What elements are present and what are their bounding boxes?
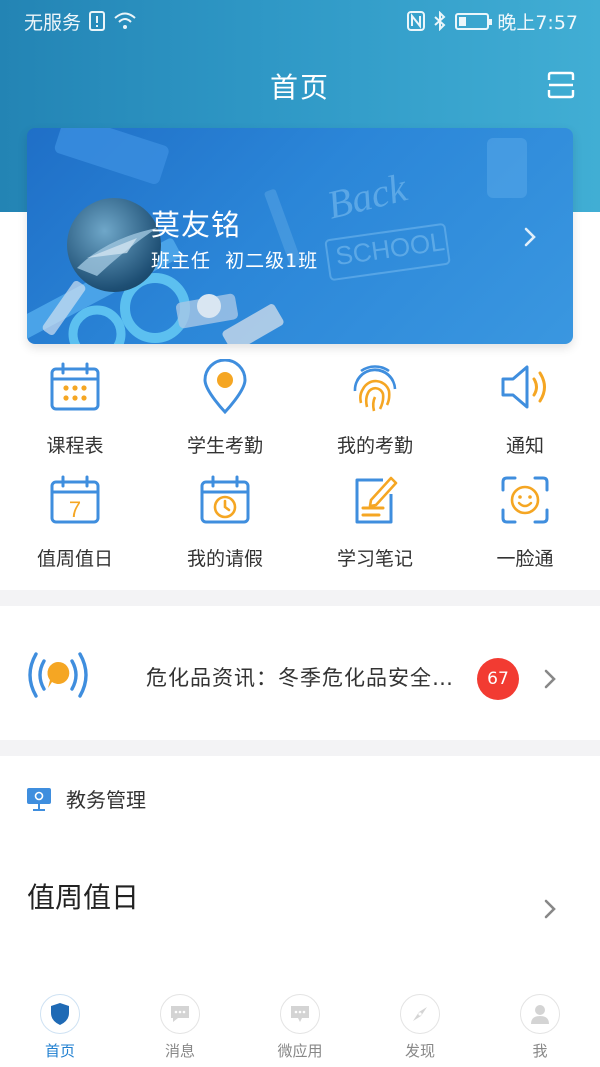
profile-card[interactable]: Back SCHOOL 莫友铭 班主任 初二级1班	[27, 128, 573, 344]
grid-label: 我的考勤	[336, 435, 413, 457]
chat-dots-icon	[291, 1006, 309, 1022]
grid-label: 我的请假	[186, 548, 263, 570]
note-pencil-icon	[355, 476, 398, 524]
tab-icon-circle	[160, 994, 200, 1034]
tab-icon-circle	[400, 994, 440, 1034]
tab-label: 首页	[44, 1042, 75, 1060]
bottom-tab-bar: 首页 消息 微应用 发现 我	[0, 988, 600, 1067]
compass-icon	[413, 1007, 427, 1021]
grid-item-schedule[interactable]: 课程表	[0, 355, 150, 468]
profile-name: 莫友铭	[151, 208, 242, 242]
person-icon	[531, 1005, 549, 1024]
tab-me[interactable]: 我	[480, 988, 600, 1067]
avatar-image	[77, 228, 157, 276]
profile-role: 班主任	[151, 250, 212, 272]
chevron-right-icon	[544, 899, 556, 919]
tab-icon-circle	[280, 994, 320, 1034]
grid-item-notes[interactable]: 学习笔记	[300, 468, 450, 581]
unread-badge: 67	[477, 658, 519, 700]
grid-item-notice[interactable]: 通知	[450, 355, 600, 468]
location-pin-icon	[203, 359, 247, 415]
speaker-icon	[501, 365, 546, 409]
tab-label: 发现	[404, 1042, 435, 1060]
bluetooth-icon	[434, 11, 446, 31]
carrier-text: 无服务	[24, 11, 82, 34]
status-bar: 无服务 晚上7:57	[0, 0, 600, 42]
section-title: 教务管理	[66, 788, 146, 812]
grid-item-student-attendance[interactable]: 学生考勤	[150, 355, 300, 468]
svg-text:SCHOOL: SCHOOL	[334, 226, 447, 271]
duty-card[interactable]: 值周值日	[0, 860, 600, 940]
grid-label: 一脸通	[496, 548, 554, 570]
section-divider	[0, 740, 600, 756]
tab-label: 消息	[164, 1042, 195, 1060]
feature-grid: 课程表 学生考勤 我的考勤 通知 7 值周值日 我的请假 学习笔记 一脸通	[0, 355, 600, 581]
grid-item-duty[interactable]: 7 值周值日	[0, 468, 150, 581]
tab-micro-apps[interactable]: 微应用	[240, 988, 360, 1067]
avatar	[67, 198, 161, 292]
profile-class: 初二级1班	[225, 250, 319, 272]
tab-icon-circle	[40, 994, 80, 1034]
tab-messages[interactable]: 消息	[120, 988, 240, 1067]
nfc-icon	[407, 11, 426, 31]
status-right: 晚上7:57	[407, 8, 578, 35]
title-bar: 首页	[0, 58, 600, 114]
status-left: 无服务	[24, 8, 137, 35]
profile-role-line: 班主任 初二级1班	[151, 246, 318, 273]
svg-text:Back: Back	[323, 164, 413, 227]
chat-bubble-icon	[171, 1006, 189, 1022]
grid-label: 课程表	[46, 435, 104, 457]
grid-item-leave[interactable]: 我的请假	[150, 468, 300, 581]
presentation-icon	[27, 787, 51, 811]
calendar-grid-icon	[50, 362, 100, 411]
broadcast-icon	[28, 652, 88, 698]
grid-label: 学习笔记	[336, 548, 413, 570]
clock-text: 晚上7:57	[497, 11, 578, 34]
page-title: 首页	[269, 71, 330, 104]
chevron-right-icon	[524, 227, 536, 247]
tab-icon-circle	[520, 994, 560, 1034]
svg-text:7: 7	[69, 497, 81, 522]
shield-icon	[51, 1003, 69, 1025]
fingerprint-icon	[353, 365, 397, 412]
tab-label: 微应用	[277, 1042, 323, 1060]
sim-alert-icon	[89, 11, 106, 31]
tab-home[interactable]: 首页	[0, 988, 120, 1067]
scan-icon[interactable]	[546, 70, 576, 100]
news-banner[interactable]: 危化品资讯：冬季危化品安全… 67	[0, 606, 600, 740]
calendar-clock-icon	[200, 475, 250, 524]
face-scan-icon	[501, 476, 549, 524]
section-divider	[0, 590, 600, 606]
tab-discover[interactable]: 发现	[360, 988, 480, 1067]
wifi-icon	[114, 12, 136, 29]
grid-item-my-attendance[interactable]: 我的考勤	[300, 355, 450, 468]
grid-label: 通知	[505, 435, 544, 457]
grid-item-face-pass[interactable]: 一脸通	[450, 468, 600, 581]
grid-label: 值周值日	[36, 548, 113, 570]
battery-icon	[455, 12, 493, 30]
section-header: 教务管理	[26, 784, 146, 813]
grid-label: 学生考勤	[186, 435, 263, 457]
chevron-right-icon	[544, 669, 556, 689]
calendar-seven-icon: 7	[50, 475, 100, 524]
news-text: 危化品资讯：冬季危化品安全…	[146, 666, 454, 690]
duty-title: 值周值日	[27, 881, 140, 914]
tab-label: 我	[532, 1042, 548, 1060]
